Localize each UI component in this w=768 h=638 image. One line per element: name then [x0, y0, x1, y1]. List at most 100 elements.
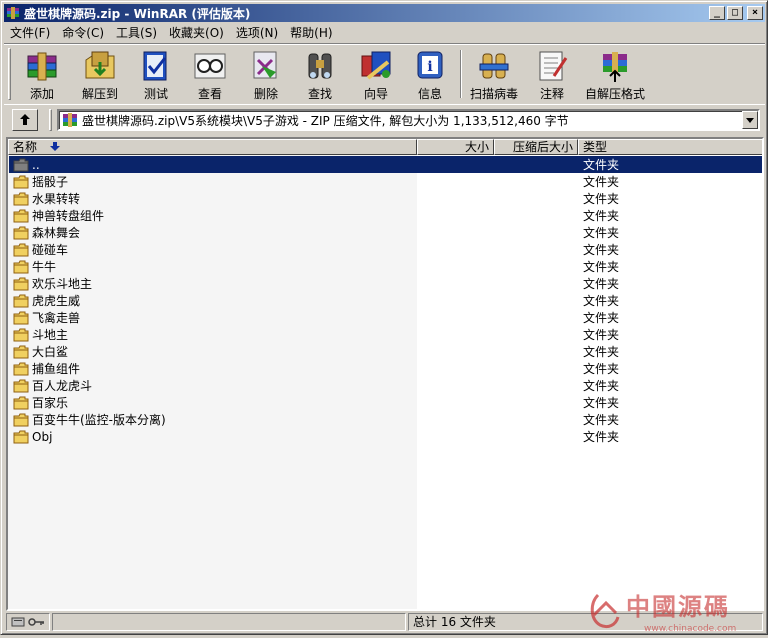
file-type: 文件夹: [583, 311, 620, 325]
menu-tools[interactable]: 工具(S): [110, 24, 163, 42]
file-row[interactable]: 斗地主 文件夹: [9, 326, 762, 343]
extract-to-button[interactable]: 解压到: [74, 48, 126, 102]
status-selection-panel: [52, 613, 406, 631]
parent-folder-icon: [13, 158, 29, 171]
file-row[interactable]: 牛牛 文件夹: [9, 258, 762, 275]
file-name: 水果转转: [32, 192, 81, 206]
file-name: 捕鱼组件: [32, 362, 81, 376]
sfx-button[interactable]: 自解压格式: [580, 48, 650, 102]
file-row[interactable]: 碰碰车 文件夹: [9, 241, 762, 258]
file-type: 文件夹: [583, 362, 620, 376]
delete-button[interactable]: 删除: [240, 48, 292, 102]
file-name: 百变牛牛(监控-版本分离): [32, 413, 166, 427]
find-icon: [308, 53, 332, 79]
column-header-size[interactable]: 大小: [417, 139, 494, 155]
add-button[interactable]: 添加: [16, 48, 68, 102]
folder-icon: [13, 311, 29, 324]
comment-icon: [539, 51, 568, 81]
path-combobox[interactable]: 盛世棋牌源码.zip\V5系统模块\V5子游戏 - ZIP 压缩文件, 解包大小…: [57, 109, 760, 131]
chinacode-watermark: 中國源碼 www.chinacode.com: [586, 585, 766, 635]
folder-icon: [13, 328, 29, 341]
status-drive-panel[interactable]: [6, 613, 50, 631]
file-type: 文件夹: [583, 345, 620, 359]
test-icon: [143, 51, 167, 81]
find-button[interactable]: 查找: [294, 48, 346, 102]
comment-button[interactable]: 注释: [526, 48, 578, 102]
menu-favorites[interactable]: 收藏夹(O): [163, 24, 230, 42]
folder-icon: [13, 260, 29, 273]
file-row[interactable]: Obj 文件夹: [9, 428, 762, 445]
file-row[interactable]: 百变牛牛(监控-版本分离) 文件夹: [9, 411, 762, 428]
address-grip[interactable]: [49, 109, 52, 131]
file-name: 森林舞会: [32, 226, 81, 240]
virus-scan-button[interactable]: 扫描病毒: [464, 48, 524, 102]
find-label: 查找: [307, 87, 332, 101]
drive-key-icon: [11, 617, 44, 627]
winrar-window: 盛世棋牌源码.zip - WinRAR (评估版本) _ □ × 文件(F) 命…: [0, 0, 768, 635]
file-row[interactable]: 水果转转 文件夹: [9, 190, 762, 207]
wizard-label: 向导: [363, 87, 388, 101]
watermark-url: www.chinacode.com: [644, 624, 736, 634]
file-type: 文件夹: [583, 396, 620, 410]
folder-icon: [13, 413, 29, 426]
file-name: 神兽转盘组件: [32, 209, 105, 223]
file-type: 文件夹: [583, 158, 620, 172]
menu-bar: 文件(F) 命令(C) 工具(S) 收藏夹(O) 选项(N) 帮助(H): [4, 23, 339, 42]
delete-icon: [253, 51, 277, 79]
file-row[interactable]: 捕鱼组件 文件夹: [9, 360, 762, 377]
menu-file[interactable]: 文件(F): [4, 24, 56, 42]
test-button[interactable]: 测试: [130, 48, 182, 102]
file-name: 碰碰车: [32, 243, 69, 257]
minimize-button[interactable]: _: [709, 6, 725, 20]
view-label: 查看: [197, 87, 222, 101]
file-row[interactable]: 百人龙虎斗 文件夹: [9, 377, 762, 394]
folder-icon: [13, 243, 29, 256]
column-name-label: 名称: [13, 140, 38, 154]
menu-commands[interactable]: 命令(C): [56, 24, 110, 42]
add-archive-icon: [27, 52, 57, 81]
column-header-packed[interactable]: 压缩后大小: [494, 139, 578, 155]
file-list[interactable]: 名称 大小 压缩后大小 类型 .. 文件夹 摇骰子 文件夹 水果转转 文件夹 神兽转盘组件文…: [6, 137, 764, 611]
file-row[interactable]: .. 文件夹: [9, 156, 762, 173]
file-row[interactable]: 森林舞会 文件夹: [9, 224, 762, 241]
menu-options[interactable]: 选项(N): [230, 24, 284, 42]
menu-help[interactable]: 帮助(H): [284, 24, 338, 42]
toolbar-grip[interactable]: [8, 48, 11, 100]
window-title: 盛世棋牌源码.zip - WinRAR (评估版本): [24, 6, 251, 21]
info-icon: i: [417, 51, 443, 79]
file-row[interactable]: 虎虎生威 文件夹: [9, 292, 762, 309]
file-type: 文件夹: [583, 277, 620, 291]
file-name: ..: [32, 157, 40, 172]
folder-icon: [13, 345, 29, 358]
file-type: 文件夹: [583, 379, 620, 393]
file-type: 文件夹: [583, 243, 620, 257]
chevron-down-icon: [746, 117, 754, 123]
sfx-label: 自解压格式: [584, 87, 645, 101]
up-folder-button[interactable]: [12, 109, 38, 131]
file-row[interactable]: 飞禽走兽 文件夹: [9, 309, 762, 326]
file-row[interactable]: 大白鲨 文件夹: [9, 343, 762, 360]
info-button[interactable]: i 信息: [404, 48, 456, 102]
view-icon: [194, 53, 226, 79]
file-type: 文件夹: [583, 430, 620, 444]
file-row[interactable]: 神兽转盘组件 文件夹: [9, 207, 762, 224]
toolbar-separator: [460, 50, 462, 98]
column-header-type[interactable]: 类型: [578, 139, 762, 155]
maximize-button[interactable]: □: [727, 6, 743, 20]
file-name: 百人龙虎斗: [32, 379, 93, 393]
extract-to-label: 解压到: [81, 87, 118, 101]
title-bar[interactable]: 盛世棋牌源码.zip - WinRAR (评估版本) _ □ ×: [4, 4, 765, 22]
close-button[interactable]: ×: [747, 6, 763, 20]
column-header-name[interactable]: 名称: [8, 139, 417, 155]
view-button[interactable]: 查看: [184, 48, 236, 102]
wizard-button[interactable]: 向导: [350, 48, 402, 102]
folder-icon: [13, 294, 29, 307]
file-row[interactable]: 欢乐斗地主 文件夹: [9, 275, 762, 292]
file-row[interactable]: 百家乐 文件夹: [9, 394, 762, 411]
path-dropdown-button[interactable]: [742, 111, 758, 129]
folder-icon: [13, 209, 29, 222]
toolbar: 添加 解压到 测试 查看 删除 查找 向导 i 信息 扫描病毒 注释 自解压格式: [4, 43, 765, 105]
folder-icon: [13, 277, 29, 290]
winrar-app-icon[interactable]: [6, 6, 20, 20]
file-row[interactable]: 摇骰子 文件夹: [9, 173, 762, 190]
